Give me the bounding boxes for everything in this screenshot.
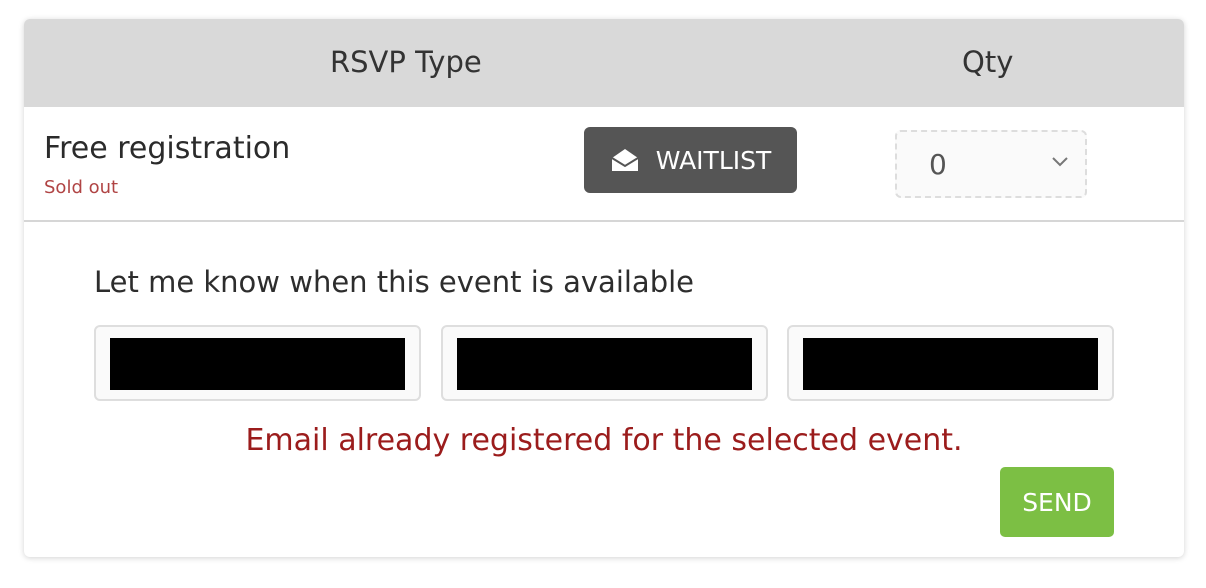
qty-value: 0 bbox=[929, 148, 947, 181]
rsvp-type-header: RSVP Type bbox=[330, 45, 482, 79]
redacted-value bbox=[803, 338, 1098, 390]
sold-out-badge: Sold out bbox=[44, 177, 119, 198]
email-field[interactable] bbox=[787, 325, 1114, 401]
chevron-down-icon bbox=[1052, 157, 1068, 167]
waitlist-button[interactable]: WAITLIST bbox=[584, 127, 797, 193]
error-text: Email already registered for the selecte… bbox=[245, 423, 963, 458]
rsvp-card: RSVP Type Qty Free registration Sold out… bbox=[24, 19, 1184, 557]
envelope-open-icon bbox=[611, 149, 639, 171]
qty-select[interactable]: 0 bbox=[895, 130, 1087, 198]
error-message: Email already registered for the selecte… bbox=[24, 423, 1184, 458]
send-button[interactable]: SEND bbox=[1000, 467, 1114, 537]
table-header: RSVP Type Qty bbox=[24, 19, 1184, 107]
waitlist-label: WAITLIST bbox=[655, 145, 772, 175]
last-name-field[interactable] bbox=[441, 325, 768, 401]
redacted-value bbox=[457, 338, 752, 390]
qty-header: Qty bbox=[962, 45, 1014, 79]
first-name-field[interactable] bbox=[94, 325, 421, 401]
rsvp-name: Free registration bbox=[44, 131, 291, 166]
table-row: Free registration Sold out WAITLIST 0 bbox=[24, 107, 1184, 222]
notify-label: Let me know when this event is available bbox=[94, 265, 695, 299]
redacted-value bbox=[110, 338, 405, 390]
